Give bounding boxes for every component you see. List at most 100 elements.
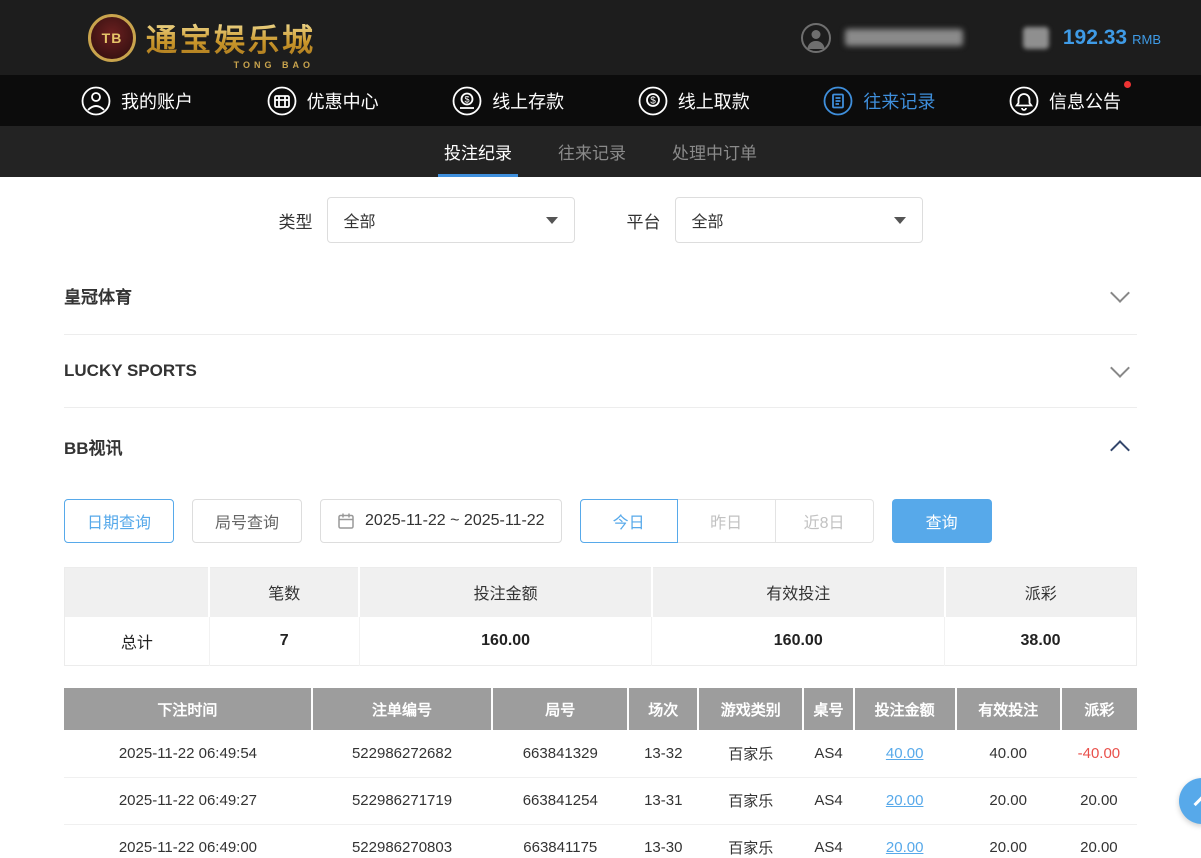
- type-filter-label: 类型: [279, 208, 313, 233]
- cell-round: 663841254: [492, 777, 628, 824]
- notification-red-dot: [1124, 81, 1131, 88]
- logo-subtitle: TONG BAO: [234, 60, 314, 70]
- cell-game: 百家乐: [698, 777, 803, 824]
- username-blurred: [845, 29, 963, 46]
- col-bet-time: 下注时间: [64, 688, 312, 730]
- query-bar: 日期查询 局号查询 2025-11-22 ~ 2025-11-22 今日 昨日 …: [64, 485, 1137, 567]
- bet-amount-link[interactable]: 40.00: [886, 745, 924, 762]
- cell-order: 522986272682: [312, 730, 492, 777]
- col-valid-bet: 有效投注: [956, 688, 1061, 730]
- cell-round: 663841175: [492, 824, 628, 858]
- table-row: 2025-11-22 06:49:27 522986271719 6638412…: [64, 777, 1137, 824]
- summary-row-label: 总计: [65, 617, 210, 666]
- bet-amount-link[interactable]: 20.00: [886, 839, 924, 856]
- chevron-up-icon: [1194, 796, 1201, 813]
- tab-bet-records[interactable]: 投注纪录: [444, 126, 512, 177]
- chevron-down-icon: [1110, 283, 1130, 303]
- cell-game: 百家乐: [698, 730, 803, 777]
- tab-transaction-records[interactable]: 往来记录: [558, 126, 626, 177]
- nav-item-promotions[interactable]: 优惠中心: [266, 85, 379, 117]
- section-lucky-sports[interactable]: LUCKY SPORTS: [64, 335, 1137, 408]
- sub-nav: 投注纪录 往来记录 处理中订单: [0, 126, 1201, 177]
- bet-amount-link[interactable]: 20.00: [886, 792, 924, 809]
- user-avatar-icon[interactable]: [801, 23, 831, 53]
- col-round-id: 局号: [492, 688, 628, 730]
- wallet-icon: [1023, 27, 1049, 49]
- cell-valid: 40.00: [956, 730, 1061, 777]
- cell-order: 522986270803: [312, 824, 492, 858]
- date-query-button[interactable]: 日期查询: [64, 499, 174, 543]
- col-bet-amount: 投注金额: [854, 688, 956, 730]
- round-query-button[interactable]: 局号查询: [192, 499, 302, 543]
- summary-header-bet: 投注金额: [359, 568, 652, 617]
- summary-header-count: 笔数: [209, 568, 359, 617]
- table-row: 2025-11-22 06:49:00 522986270803 6638411…: [64, 824, 1137, 858]
- chevron-up-icon: [1110, 440, 1130, 460]
- summary-payout: 38.00: [945, 617, 1137, 666]
- user-icon: [80, 85, 112, 117]
- header-right: 192.33 RMB: [801, 23, 1161, 53]
- nav-item-withdraw[interactable]: $ 线上取款: [637, 85, 750, 117]
- chevron-down-icon: [894, 217, 906, 224]
- cell-payout: 20.00: [1061, 824, 1137, 858]
- nav-item-deposit[interactable]: $ 线上存款: [451, 85, 564, 117]
- summary-total-row: 总计 7 160.00 160.00 38.00: [65, 617, 1137, 666]
- nav-label: 线上存款: [492, 88, 564, 114]
- nav-item-my-account[interactable]: 我的账户: [80, 85, 193, 117]
- cell-session: 13-32: [628, 730, 698, 777]
- nav-label: 优惠中心: [307, 88, 379, 114]
- filter-row: 类型 全部 平台 全部: [64, 177, 1137, 257]
- content: 类型 全部 平台 全部 皇冠体育 LUCKY SPORTS: [0, 177, 1201, 858]
- nav-label: 线上取款: [678, 88, 750, 114]
- cell-valid: 20.00: [956, 777, 1061, 824]
- quick-yesterday-button[interactable]: 昨日: [678, 499, 776, 543]
- main-nav: 我的账户 优惠中心 $ 线上存款: [0, 75, 1201, 126]
- quick-last8days-button[interactable]: 近8日: [776, 499, 874, 543]
- cell-table: AS4: [803, 730, 853, 777]
- summary-header-payout: 派彩: [945, 568, 1137, 617]
- calendar-icon: [337, 512, 355, 530]
- nav-item-records[interactable]: 往来记录: [822, 85, 935, 117]
- cell-round: 663841329: [492, 730, 628, 777]
- svg-text:$: $: [650, 95, 656, 106]
- col-game-type: 游戏类别: [698, 688, 803, 730]
- col-table-no: 桌号: [803, 688, 853, 730]
- date-range-picker[interactable]: 2025-11-22 ~ 2025-11-22: [320, 499, 562, 543]
- cell-order: 522986271719: [312, 777, 492, 824]
- chevron-down-icon: [1110, 358, 1130, 378]
- cell-time: 2025-11-22 06:49:54: [64, 730, 312, 777]
- site-logo[interactable]: TB 通宝娱乐城 TONG BAO: [88, 14, 316, 62]
- platform-select-value: 全部: [692, 208, 724, 232]
- type-select[interactable]: 全部: [327, 197, 575, 243]
- platform-filter-label: 平台: [627, 208, 661, 233]
- nav-label: 信息公告: [1049, 88, 1121, 114]
- summary-valid-bet: 160.00: [652, 617, 945, 666]
- section-title: BB视讯: [64, 434, 123, 459]
- nav-item-announcements[interactable]: 信息公告: [1008, 85, 1121, 117]
- platform-select[interactable]: 全部: [675, 197, 923, 243]
- section-title: LUCKY SPORTS: [64, 361, 197, 381]
- nav-label: 往来记录: [863, 88, 935, 114]
- page: TB 通宝娱乐城 TONG BAO 192.33 RMB 我的账户: [0, 0, 1201, 858]
- summary-corner-cell: [65, 568, 210, 617]
- summary-count: 7: [209, 617, 359, 666]
- cell-table: AS4: [803, 777, 853, 824]
- quick-date-group: 今日 昨日 近8日: [580, 499, 874, 543]
- cell-game: 百家乐: [698, 824, 803, 858]
- date-range-value: 2025-11-22 ~ 2025-11-22: [365, 512, 545, 530]
- summary-bet-amount: 160.00: [359, 617, 652, 666]
- balance[interactable]: 192.33 RMB: [1063, 26, 1161, 50]
- section-huangguan-sports[interactable]: 皇冠体育: [64, 257, 1137, 335]
- records-icon: [822, 85, 854, 117]
- col-session: 场次: [628, 688, 698, 730]
- section-title: 皇冠体育: [64, 283, 132, 308]
- table-row: 2025-11-22 06:49:54 522986272682 6638413…: [64, 730, 1137, 777]
- type-select-value: 全部: [344, 208, 376, 232]
- quick-today-button[interactable]: 今日: [580, 499, 678, 543]
- search-button[interactable]: 查询: [892, 499, 992, 543]
- detail-header-row: 下注时间 注单编号 局号 场次 游戏类别 桌号 投注金额 有效投注 派彩: [64, 688, 1137, 730]
- section-bb-video[interactable]: BB视讯: [64, 408, 1137, 485]
- withdraw-icon: $: [637, 85, 669, 117]
- tab-pending-orders[interactable]: 处理中订单: [672, 126, 757, 177]
- cell-session: 13-31: [628, 777, 698, 824]
